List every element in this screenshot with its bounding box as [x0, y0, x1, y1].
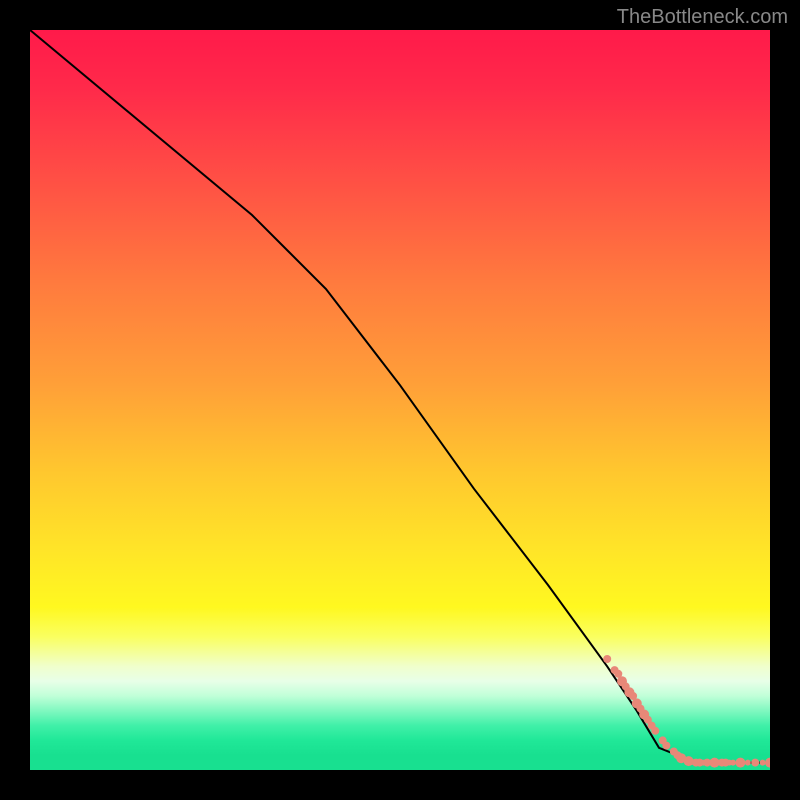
bottleneck-curve [30, 30, 770, 763]
data-point [603, 655, 611, 663]
data-point [735, 758, 745, 768]
data-points-group [603, 655, 770, 768]
data-point [730, 760, 736, 766]
data-point [760, 760, 766, 766]
data-point [765, 758, 770, 768]
data-point [662, 742, 670, 750]
watermark-text: TheBottleneck.com [617, 6, 788, 29]
data-point [651, 727, 659, 735]
plot-area [30, 30, 770, 770]
data-point [751, 759, 759, 767]
chart-overlay-svg [30, 30, 770, 770]
data-point [745, 760, 751, 766]
